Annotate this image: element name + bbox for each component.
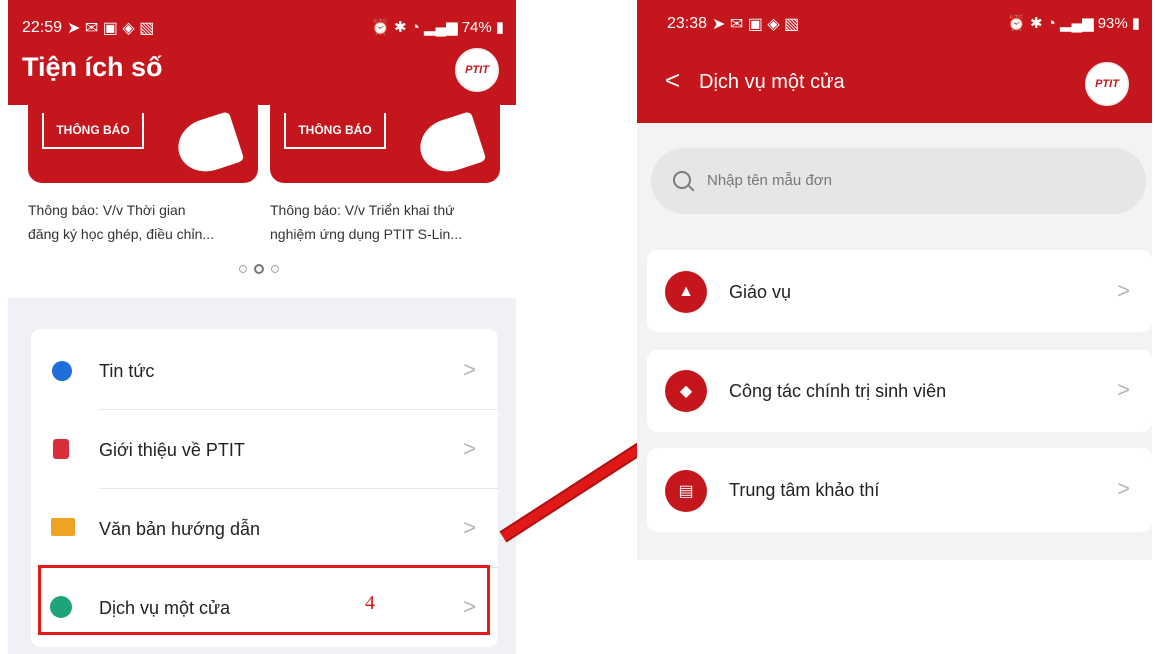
news-banner-2[interactable]: THÔNG BÁO <box>270 105 500 183</box>
graduation-cap-icon: ▲ <box>665 271 707 313</box>
megaphone-icon <box>413 111 487 179</box>
status-right: ⏰ ✱ ◔ ▂▄▆ 93% ▮ <box>1007 14 1140 33</box>
status-right: ⏰ ✱ ◔ ▂▄▆ 74% ▮ <box>371 18 504 37</box>
chevron-right-icon: > <box>463 357 476 382</box>
item-testing-center[interactable]: ▤ Trung tâm khảo thí > <box>647 448 1152 532</box>
news-caption-1[interactable]: Thông báo: V/v Thời gian đăng ký học ghé… <box>28 198 258 246</box>
signal-icons: ⏰ ✱ ◔ ▂▄▆ <box>1007 15 1094 32</box>
app-header: 22:59 ➤ ✉ ▣ ◈ ▧ ⏰ ✱ ◔ ▂▄▆ 74% ▮ Tiện ích… <box>8 0 516 105</box>
news-caption-2[interactable]: Thông báo: V/v Triển khai thứ nghiệm ứng… <box>270 198 500 246</box>
chevron-right-icon: > <box>463 436 476 461</box>
signal-icons: ⏰ ✱ ◔ ▂▄▆ <box>371 19 458 36</box>
carousel-dot-2[interactable] <box>254 264 264 274</box>
back-button[interactable]: < <box>665 65 680 96</box>
search-bar[interactable]: Nhập tên mẫu đơn <box>651 148 1146 214</box>
search-placeholder[interactable]: Nhập tên mẫu đơn <box>707 172 832 189</box>
news-banner-1[interactable]: THÔNG BÁO <box>28 105 258 183</box>
globe-icon <box>52 361 72 381</box>
open-book-icon <box>51 518 75 536</box>
notification-icons: ➤ ✉ ▣ ◈ ▧ <box>67 20 155 37</box>
left-screen: 22:59 ➤ ✉ ▣ ◈ ▧ ⏰ ✱ ◔ ▂▄▆ 74% ▮ Tiện ích… <box>8 0 516 654</box>
carousel-dot-3[interactable] <box>271 265 279 273</box>
ptit-logo[interactable]: PTIT <box>1085 62 1129 106</box>
item-academic-affairs[interactable]: ▲ Giáo vụ > <box>647 250 1152 332</box>
item-student-affairs[interactable]: ◆ Công tác chính trị sinh viên > <box>647 350 1152 432</box>
status-bar: 23:38 ➤ ✉ ▣ ◈ ▧ <box>667 14 799 34</box>
menu-item-about-ptit[interactable]: Giới thiệu về PTIT > <box>31 410 498 488</box>
highlight-box <box>38 565 490 635</box>
status-bar: 22:59 ➤ ✉ ▣ ◈ ▧ <box>22 18 154 38</box>
status-time: 23:38 <box>667 15 708 32</box>
news-tag: THÔNG BÁO <box>284 113 386 149</box>
page-title: Tiện ích số <box>22 52 163 82</box>
menu-item-guide-docs[interactable]: Văn bản hướng dẫn > <box>31 489 498 567</box>
right-screen: 23:38 ➤ ✉ ▣ ◈ ▧ ⏰ ✱ ◔ ▂▄▆ 93% ▮ < Dịch v… <box>637 0 1152 560</box>
ptit-logo[interactable]: PTIT <box>455 48 499 92</box>
carousel-dot-1[interactable] <box>239 265 247 273</box>
menu-item-news[interactable]: Tin tức > <box>31 329 498 409</box>
chevron-right-icon: > <box>1117 476 1130 501</box>
notification-icons: ➤ ✉ ▣ ◈ ▧ <box>712 16 800 33</box>
battery-icon: ▮ <box>1131 15 1140 32</box>
battery-level: 93% <box>1097 14 1128 32</box>
battery-icon: ▮ <box>495 19 504 36</box>
document-icon: ▤ <box>665 470 707 512</box>
book-red-icon <box>53 439 69 459</box>
step-annotation: 4 <box>365 592 375 614</box>
megaphone-icon <box>171 111 245 179</box>
chevron-right-icon: > <box>463 515 476 540</box>
app-header: 23:38 ➤ ✉ ▣ ◈ ▧ ⏰ ✱ ◔ ▂▄▆ 93% ▮ < Dịch v… <box>637 0 1152 123</box>
page-title: Dịch vụ một cửa <box>699 71 845 93</box>
news-tag: THÔNG BÁO <box>42 113 144 149</box>
student-icon: ◆ <box>665 370 707 412</box>
search-icon-handle <box>687 184 695 192</box>
news-carousel[interactable]: THÔNG BÁO THÔNG BÁO Thông báo: V/v Thời … <box>8 105 516 298</box>
chevron-right-icon: > <box>1117 377 1130 402</box>
status-time: 22:59 <box>22 19 63 36</box>
battery-level: 74% <box>461 18 492 36</box>
chevron-right-icon: > <box>1117 278 1130 303</box>
